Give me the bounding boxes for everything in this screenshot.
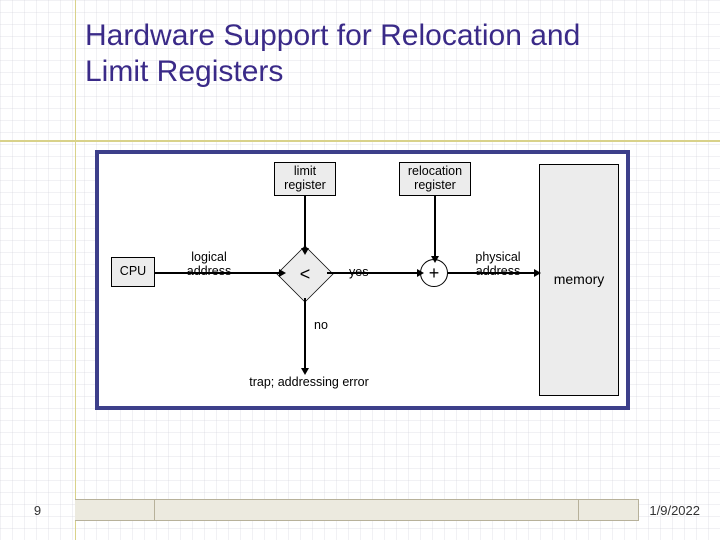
horizontal-rule (0, 140, 720, 142)
footer-segment (155, 499, 579, 521)
arrowhead-icon (301, 248, 309, 255)
arrowhead-icon (417, 269, 424, 277)
limit-register-box: limit register (274, 162, 336, 196)
no-label: no (314, 319, 328, 333)
arrow-relocation-to-adder (434, 196, 436, 258)
arrowhead-icon (431, 256, 439, 263)
diagram-frame: CPU limit register relocation register m… (95, 150, 630, 410)
slide-number: 9 (0, 503, 75, 518)
footer: 9 1/9/2022 (0, 496, 720, 524)
memory-box: memory (539, 164, 619, 396)
cpu-box: CPU (111, 257, 155, 287)
trap-label: trap; addressing error (239, 376, 379, 390)
logical-address-label: logical address (179, 251, 239, 279)
slide-title: Hardware Support for Relocation and Limi… (85, 18, 645, 90)
arrow-comparator-to-adder (327, 272, 419, 274)
vertical-rule (75, 0, 76, 540)
arrow-adder-to-memory (448, 272, 536, 274)
slide-date: 1/9/2022 (649, 503, 700, 518)
physical-address-label: physical address (469, 251, 527, 279)
diagram-canvas: CPU limit register relocation register m… (99, 154, 626, 406)
adder-circle: + (420, 259, 448, 287)
relocation-register-box: relocation register (399, 162, 471, 196)
arrowhead-icon (301, 368, 309, 375)
arrowhead-icon (279, 269, 286, 277)
footer-segment (579, 499, 639, 521)
footer-segment (75, 499, 155, 521)
arrow-limit-to-comparator (304, 196, 306, 250)
arrowhead-icon (534, 269, 541, 277)
arrow-comparator-to-trap (304, 298, 306, 370)
arrow-cpu-to-comparator (155, 272, 281, 274)
